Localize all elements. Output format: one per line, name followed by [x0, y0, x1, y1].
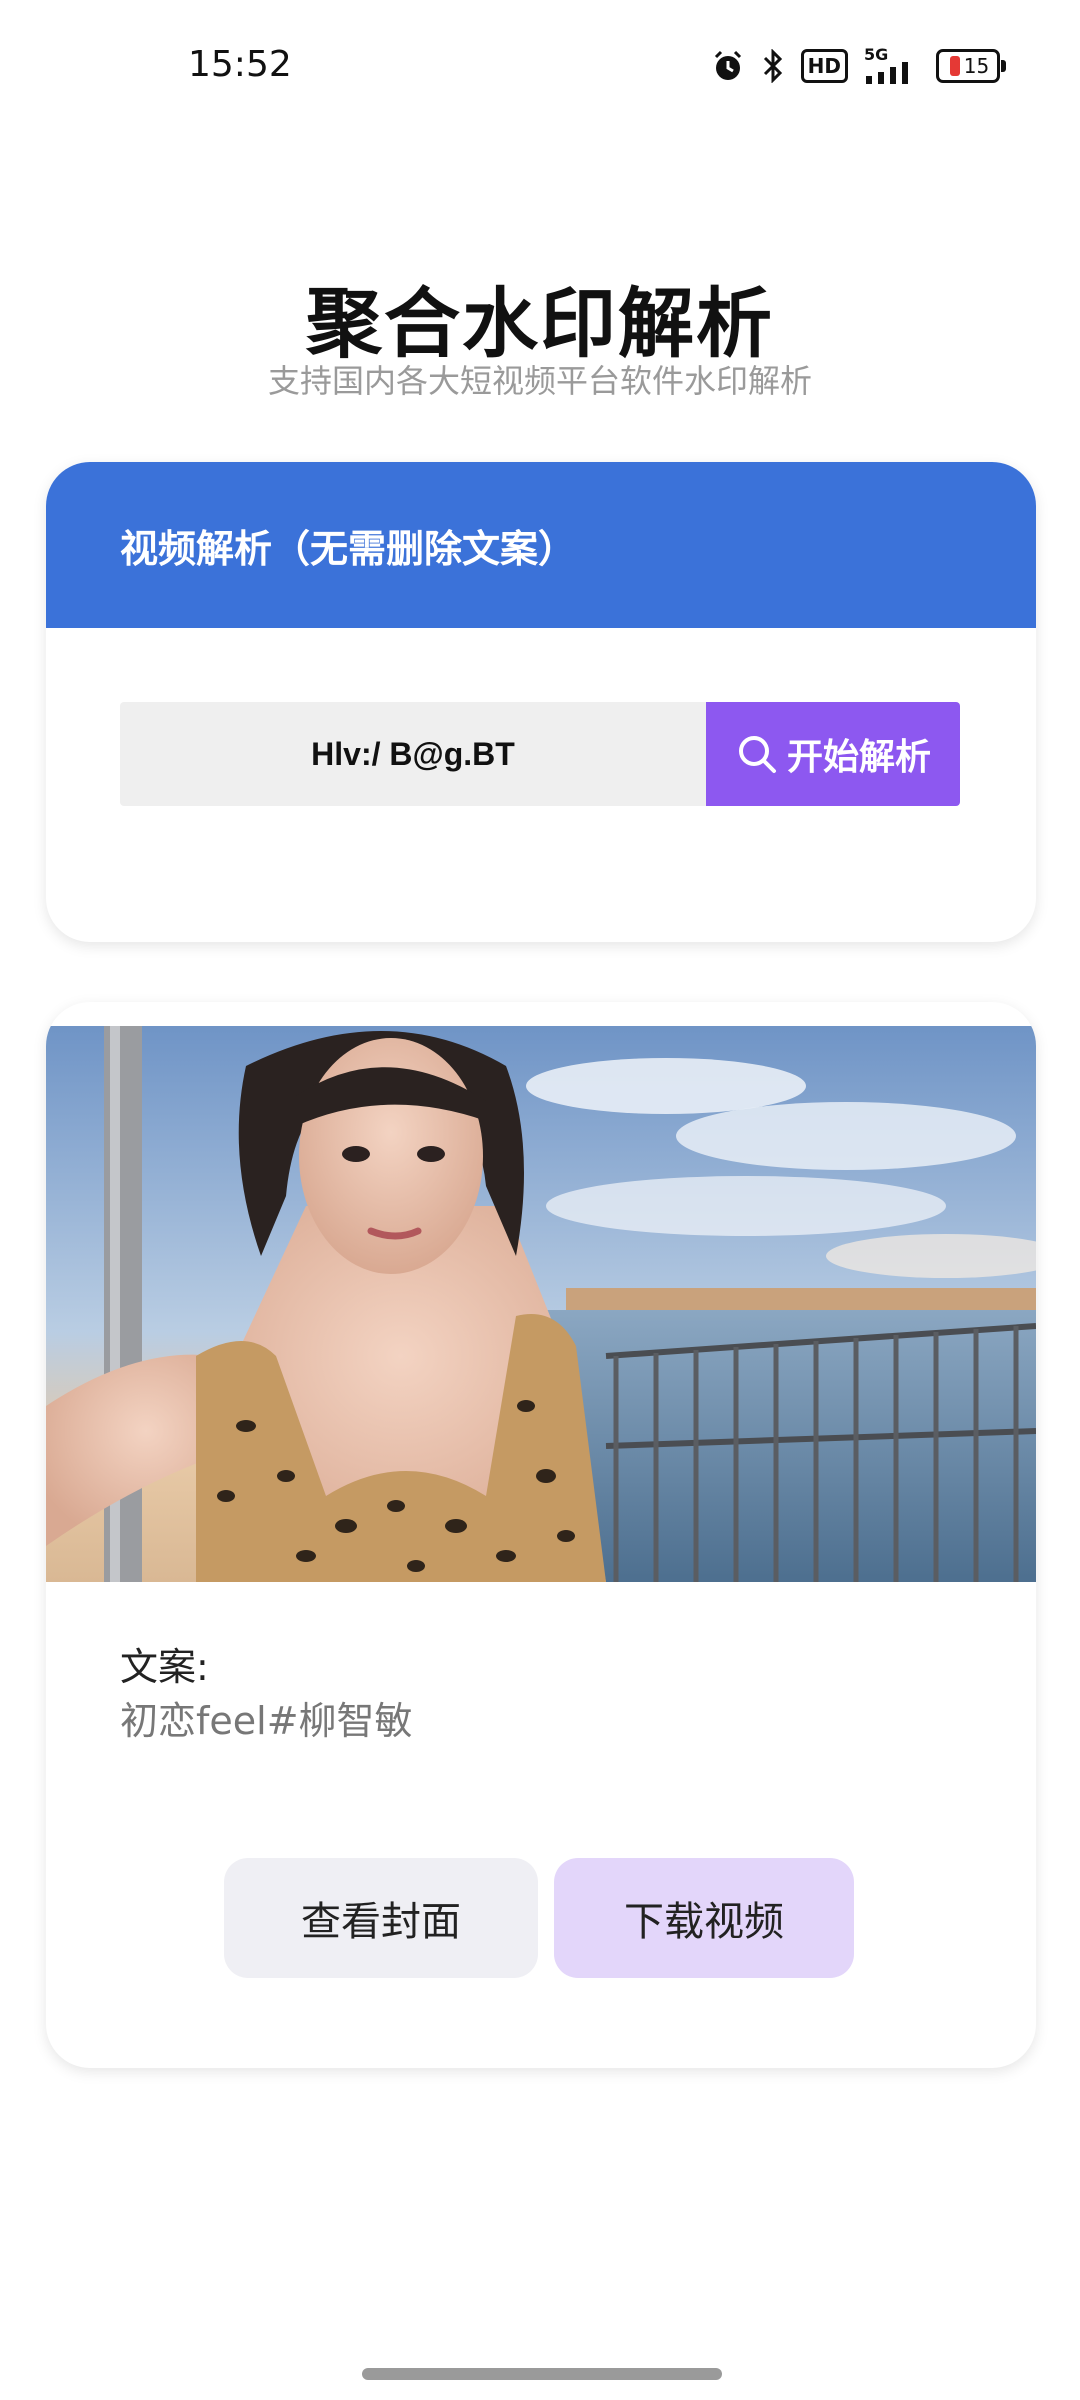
parse-input-row: 开始解析: [120, 702, 960, 806]
battery-level: 15: [963, 54, 990, 78]
parse-card: 视频解析（无需删除文案） 开始解析: [46, 462, 1036, 942]
alarm-icon: [711, 49, 745, 83]
battery-fill: [949, 56, 960, 76]
hd-icon: HD: [800, 49, 848, 83]
video-url-input[interactable]: [120, 702, 706, 806]
caption-text: 初恋feel#柳智敏: [120, 1699, 413, 1743]
signal-icon: 5G: [864, 45, 920, 84]
battery-icon: 15: [936, 49, 1006, 83]
view-cover-button[interactable]: 查看封面: [224, 1858, 538, 1978]
bluetooth-icon: [761, 49, 785, 83]
status-bar: 15:52 HD 5G 15: [0, 0, 1080, 130]
download-video-button[interactable]: 下载视频: [554, 1858, 854, 1978]
network-label: 5G: [864, 45, 889, 64]
home-indicator[interactable]: [362, 2368, 722, 2380]
status-icons: HD 5G 15: [711, 44, 1006, 88]
start-parse-label: 开始解析: [786, 737, 931, 778]
caption-label: 文案:: [120, 1645, 209, 1689]
parse-card-header: 视频解析（无需删除文案）: [46, 462, 1036, 628]
parse-card-title: 视频解析（无需删除文案）: [120, 526, 577, 571]
result-card: 文案: 初恋feel#柳智敏 查看封面 下载视频: [46, 1002, 1036, 2068]
status-time: 15:52: [188, 44, 292, 85]
video-cover-image[interactable]: [46, 1026, 1036, 1582]
search-icon: [735, 732, 779, 776]
page-subtitle: 支持国内各大短视频平台软件水印解析: [267, 362, 812, 400]
start-parse-button[interactable]: 开始解析: [706, 702, 960, 806]
